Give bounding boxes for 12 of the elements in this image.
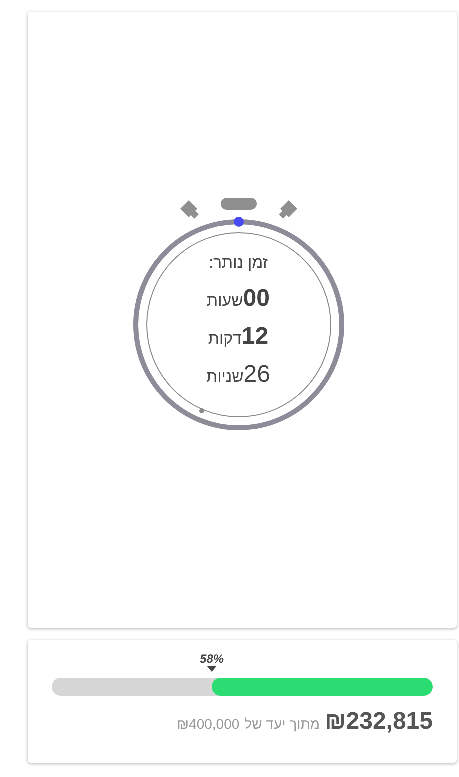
pointer-icon (207, 666, 218, 672)
time-value: 00 (243, 285, 270, 313)
time-unit: שניות (206, 369, 244, 387)
time-value: 12 (242, 323, 269, 351)
time-value: 26 (244, 361, 270, 389)
time-unit: דקות (208, 331, 242, 349)
percent-label: 58% (200, 652, 224, 666)
target-amount: ₪400,000 (177, 716, 240, 732)
target-label: מתוך יעד של (244, 716, 320, 732)
timer-title: זמן נותר: (209, 255, 268, 273)
raised-amount: ₪232,815 (325, 708, 433, 736)
time-unit: שעות (207, 293, 244, 311)
